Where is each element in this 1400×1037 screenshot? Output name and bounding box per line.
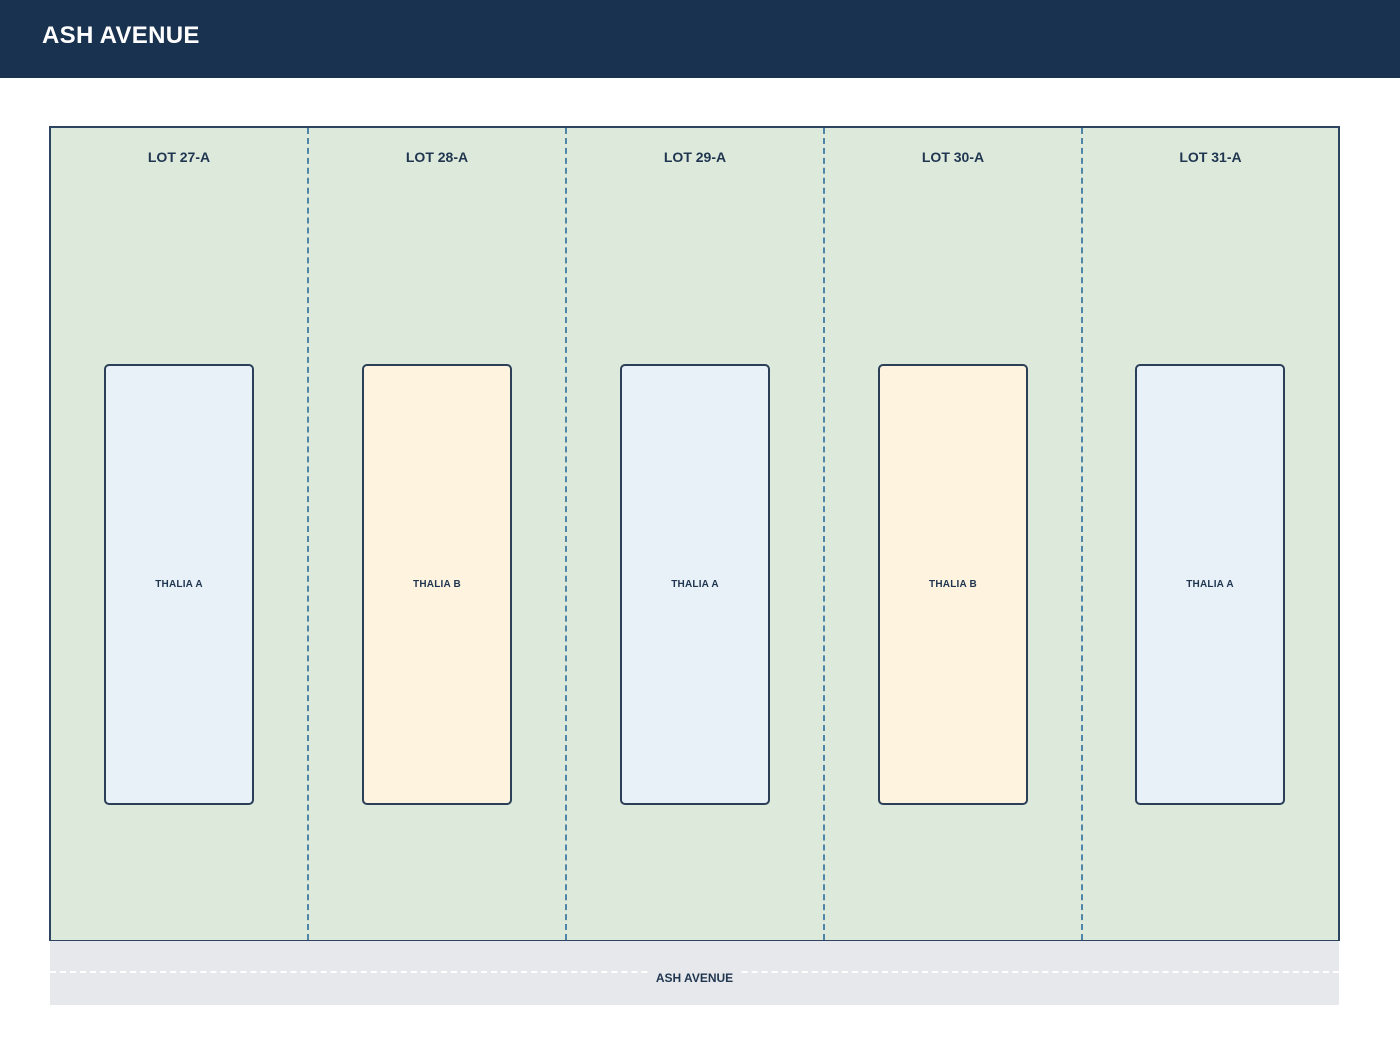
- lot-label: LOT 31-A: [1179, 149, 1242, 165]
- house-model-label: THALIA B: [413, 579, 461, 590]
- lot-30a[interactable]: LOT 30-A THALIA B: [825, 128, 1083, 940]
- house-model-label: THALIA A: [155, 579, 203, 590]
- page-title: ASH AVENUE: [42, 22, 200, 49]
- house-footprint[interactable]: THALIA A: [104, 364, 254, 805]
- house-footprint[interactable]: THALIA B: [878, 364, 1028, 805]
- house-model-label: THALIA B: [929, 579, 977, 590]
- lot-31a[interactable]: LOT 31-A THALIA A: [1083, 128, 1338, 940]
- street-label: ASH AVENUE: [647, 970, 742, 986]
- house-footprint[interactable]: THALIA A: [1135, 364, 1285, 805]
- lot-29a[interactable]: LOT 29-A THALIA A: [567, 128, 825, 940]
- house-model-label: THALIA A: [1186, 579, 1234, 590]
- house-footprint[interactable]: THALIA A: [620, 364, 770, 805]
- lot-label: LOT 29-A: [663, 149, 727, 165]
- house-footprint[interactable]: THALIA B: [362, 364, 512, 805]
- street: ASH AVENUE: [50, 941, 1339, 1005]
- lot-27a[interactable]: LOT 27-A THALIA A: [51, 128, 309, 940]
- lot-label: LOT 27-A: [147, 149, 211, 165]
- house-model-label: THALIA A: [671, 579, 719, 590]
- page-header: ASH AVENUE: [0, 0, 1400, 78]
- lot-label: LOT 30-A: [921, 149, 985, 165]
- lot-28a[interactable]: LOT 28-A THALIA B: [309, 128, 567, 940]
- lot-label: LOT 28-A: [405, 149, 469, 165]
- site-plan: LOT 27-A THALIA A LOT 28-A THALIA B LOT …: [49, 126, 1340, 941]
